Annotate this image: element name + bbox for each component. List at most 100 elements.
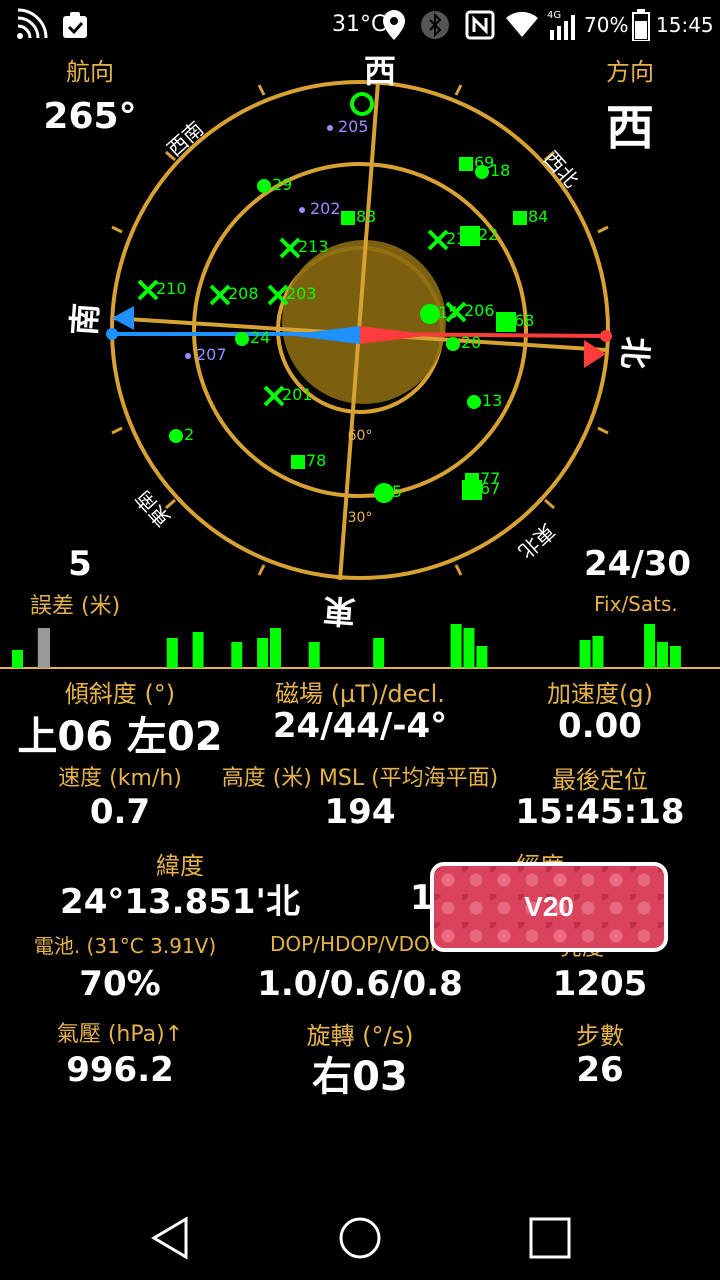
- battery-value: 70%: [79, 964, 161, 1004]
- recents-icon[interactable]: [528, 1216, 572, 1260]
- signal-bar: [192, 632, 204, 668]
- satellite-205: 205: [327, 117, 369, 136]
- magnetic-value: 24/44/-4°: [272, 706, 448, 746]
- satellite-67: 67: [462, 479, 500, 500]
- signal-bar: [450, 624, 462, 668]
- intercardinal-se: 東南: [130, 486, 175, 532]
- heading-marker: [350, 92, 374, 116]
- satellite-22: 22: [460, 225, 498, 246]
- south-marker: [112, 306, 134, 330]
- tilt-value: 上06 左02: [17, 714, 223, 760]
- lux-value: 1205: [552, 964, 648, 1004]
- pressure-value: 996.2: [66, 1050, 174, 1090]
- satellite-label: 78: [306, 451, 326, 470]
- north-dot: [600, 330, 612, 342]
- satellite-label: 201: [282, 385, 313, 404]
- acceleration-value: 0.00: [558, 706, 642, 746]
- satellite-210: 210: [137, 279, 187, 301]
- satellite-label: 213: [298, 237, 329, 256]
- satellite-201: 201: [263, 385, 313, 407]
- v20-badge[interactable]: V20: [430, 862, 668, 952]
- satellite-203: 203: [267, 284, 317, 306]
- home-icon[interactable]: [338, 1216, 382, 1260]
- signal-bar: [308, 642, 320, 668]
- satellite-label: 5: [392, 482, 402, 501]
- rotation-value: 右03: [312, 1054, 408, 1100]
- intercardinal-ne: 東北: [514, 519, 560, 564]
- pressure-label: 氣壓 (hPa)↑: [56, 1022, 184, 1047]
- signal-bar: [579, 640, 591, 668]
- clipboard-check-icon: [63, 12, 87, 38]
- satellite-29: 29: [257, 175, 292, 194]
- accuracy-label: 誤差 (米): [30, 594, 121, 619]
- satellite-83: 83: [341, 207, 376, 226]
- status-bar: 31°C 4G 70% 15:45: [0, 0, 720, 52]
- battery-icon: [632, 9, 650, 41]
- satellite-label: 208: [228, 284, 259, 303]
- signal-bar: [644, 624, 656, 668]
- signal-bar-chart: [0, 624, 720, 669]
- signal-bar-reference: [38, 628, 50, 668]
- satellite-label: 67: [480, 479, 500, 498]
- last-fix-value: 15:45:18: [515, 792, 685, 832]
- satellite-label: 83: [356, 207, 376, 226]
- satellite-label: 24: [250, 328, 270, 347]
- bluetooth-icon: [421, 11, 449, 39]
- satellite-84: 84: [513, 207, 548, 226]
- steps-value: 26: [576, 1050, 624, 1090]
- battery-label: 電池. (31°C 3.91V): [33, 934, 217, 958]
- ring-label-60: 60°: [348, 428, 373, 444]
- signal-bar: [373, 638, 385, 668]
- satellite-label: 205: [338, 117, 369, 136]
- signal-bar: [669, 646, 681, 668]
- satellite-label: 203: [286, 284, 317, 303]
- intercardinal-nw: 西北: [539, 146, 584, 192]
- signal-bar: [257, 638, 269, 668]
- signal-bar: [592, 636, 604, 668]
- satellite-label: 22: [478, 225, 498, 244]
- navigation-bar: [0, 1180, 720, 1280]
- satellite-label: 13: [482, 391, 502, 410]
- satellite-78: 78: [291, 451, 326, 470]
- back-icon[interactable]: [150, 1216, 190, 1260]
- location-pin-icon: [383, 10, 405, 40]
- nfc-icon: [465, 10, 495, 40]
- satellite-24: 24: [235, 328, 270, 347]
- fix-label: Fix/Sats.: [594, 592, 678, 616]
- signal-bar: [270, 628, 281, 668]
- satellite-label: 68: [514, 311, 534, 330]
- satellite-13: 13: [467, 391, 502, 410]
- satellite-label: 2: [184, 425, 194, 444]
- fix-value: 24/30: [584, 544, 692, 584]
- battery-percent: 70%: [584, 13, 629, 37]
- wifi-signal-icon: [17, 8, 48, 39]
- status-time: 15:45: [656, 13, 714, 37]
- signal-bar: [166, 638, 178, 668]
- acceleration-label: 加速度(g): [547, 680, 653, 708]
- signal-bar: [463, 628, 475, 668]
- satellite-label: 29: [272, 175, 292, 194]
- south-dot: [106, 328, 118, 340]
- satellite-202: 202: [299, 199, 341, 218]
- signal-bar: [231, 642, 243, 668]
- satellite-label: 202: [310, 199, 341, 218]
- accuracy-value: 5: [68, 544, 92, 584]
- v20-badge-label: V20: [524, 891, 574, 922]
- ring-label-30: 30°: [348, 510, 373, 526]
- signal-bar: [476, 646, 488, 668]
- satellite-label: 20: [461, 333, 481, 352]
- magnetic-label: 磁場 (µT)/decl.: [275, 680, 445, 708]
- last-fix-label: 最後定位: [552, 766, 648, 794]
- satellite-label: 207: [196, 345, 227, 364]
- satellite-68: 68: [496, 311, 534, 332]
- signal-bar: [12, 650, 23, 668]
- dop-label: DOP/HDOP/VDOP: [270, 932, 442, 956]
- speed-value: 0.7: [89, 792, 151, 832]
- signal-bar: [657, 642, 668, 668]
- dop-value: 1.0/0.6/0.8: [257, 964, 463, 1004]
- cellular-icon: [550, 15, 575, 40]
- cardinal-west: 西: [364, 52, 396, 90]
- satellite-207: 207: [185, 345, 227, 364]
- wifi-icon: [506, 11, 538, 38]
- altitude-value: 194: [324, 792, 396, 832]
